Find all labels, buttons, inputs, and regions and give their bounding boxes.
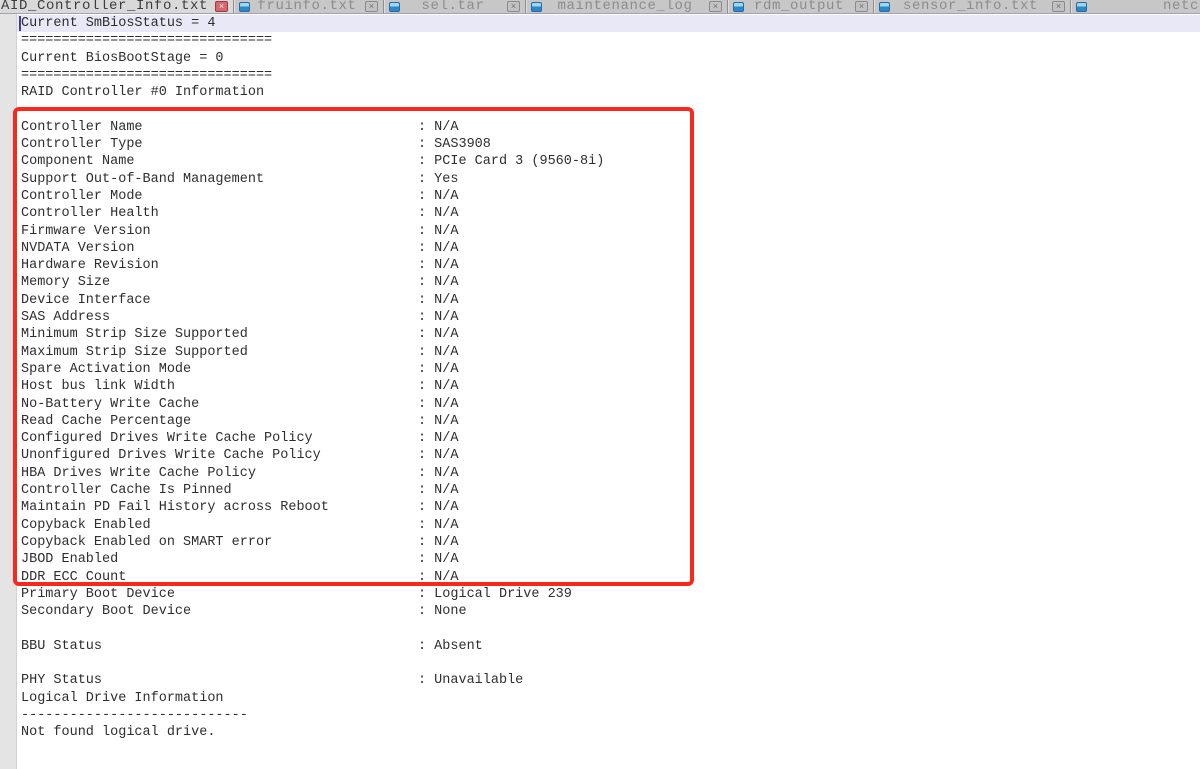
text-line: Read Cache Percentage : N/A	[17, 413, 1200, 430]
tab-label: sensor_info.txt	[903, 0, 1038, 13]
text-line: Spare Activation Mode : N/A	[17, 361, 1200, 378]
close-icon[interactable]: ×	[507, 1, 520, 12]
text-line: Configured Drives Write Cache Policy : N…	[17, 430, 1200, 447]
text-line: RAID Controller #0 Information	[17, 84, 1200, 101]
text-line: Logical Drive Information	[17, 690, 1200, 707]
text-line: JBOD Enabled : N/A	[17, 551, 1200, 568]
editor-text-area[interactable]: Current SmBiosStatus = 4================…	[17, 15, 1200, 741]
close-icon[interactable]: ×	[1052, 1, 1065, 12]
text-line: SAS Address : N/A	[17, 309, 1200, 326]
text-line: HBA Drives Write Cache Policy : N/A	[17, 465, 1200, 482]
text-line: Component Name : PCIe Card 3 (9560-8i)	[17, 153, 1200, 170]
text-line: DDR ECC Count : N/A	[17, 569, 1200, 586]
close-icon[interactable]: ×	[215, 1, 228, 12]
text-line: ===============================	[17, 67, 1200, 84]
text-line	[17, 655, 1200, 672]
text-line: Host bus link Width : N/A	[17, 378, 1200, 395]
text-line: ===============================	[17, 32, 1200, 49]
text-line: BBU Status : Absent	[17, 638, 1200, 655]
text-line: Controller Health : N/A	[17, 205, 1200, 222]
tab-bar: AID_Controller_Info.txt×fruinfo.txt×sel.…	[0, 0, 1200, 14]
tab-label: netcard_	[1163, 0, 1200, 13]
text-line: Controller Mode : N/A	[17, 188, 1200, 205]
close-icon[interactable]: ×	[709, 1, 722, 12]
text-line: Support Out-of-Band Management : Yes	[17, 171, 1200, 188]
saved-file-icon	[531, 2, 542, 12]
saved-file-icon	[1076, 2, 1087, 12]
text-line: Maintain PD Fail History across Reboot :…	[17, 499, 1200, 516]
saved-file-icon	[239, 2, 250, 12]
text-line: Primary Boot Device : Logical Drive 239	[17, 586, 1200, 603]
text-line: No-Battery Write Cache : N/A	[17, 396, 1200, 413]
text-line: Copyback Enabled : N/A	[17, 517, 1200, 534]
tab-label: AID_Controller_Info.txt	[1, 0, 208, 13]
text-line: Current BiosBootStage = 0	[17, 50, 1200, 67]
text-line: Copyback Enabled on SMART error : N/A	[17, 534, 1200, 551]
tab-label: maintenance_log	[557, 0, 692, 13]
close-icon[interactable]: ×	[855, 1, 868, 12]
tab-sensor-info-txt[interactable]: sensor_info.txt ×	[874, 0, 1071, 13]
text-line: Not found logical drive.	[17, 724, 1200, 741]
text-line: Controller Name : N/A	[17, 119, 1200, 136]
tab-sel-tar[interactable]: sel.tar ×	[384, 0, 526, 13]
text-line	[17, 620, 1200, 637]
text-line: Secondary Boot Device : None	[17, 603, 1200, 620]
close-icon[interactable]: ×	[365, 1, 378, 12]
text-line: Minimum Strip Size Supported : N/A	[17, 326, 1200, 343]
text-line: Unonfigured Drives Write Cache Policy : …	[17, 447, 1200, 464]
bookmark-margin	[0, 14, 17, 769]
text-line: Maximum Strip Size Supported : N/A	[17, 344, 1200, 361]
text-caret	[19, 16, 21, 31]
text-line: Firmware Version : N/A	[17, 223, 1200, 240]
tab-label: fruinfo.txt	[257, 0, 356, 13]
text-line: PHY Status : Unavailable	[17, 672, 1200, 689]
text-line	[17, 101, 1200, 118]
tab-label: rdm_output	[754, 0, 844, 13]
app-window: AID_Controller_Info.txt×fruinfo.txt×sel.…	[0, 0, 1200, 769]
tab-label: sel.tar	[421, 0, 484, 13]
saved-file-icon	[879, 2, 890, 12]
text-line: Controller Cache Is Pinned : N/A	[17, 482, 1200, 499]
tab-fruinfo-txt[interactable]: fruinfo.txt ×	[234, 0, 384, 13]
saved-file-icon	[389, 2, 400, 12]
text-line: Controller Type : SAS3908	[17, 136, 1200, 153]
tab-rdm-output[interactable]: rdm_output ×	[728, 0, 874, 13]
text-line: Device Interface : N/A	[17, 292, 1200, 309]
tab-netcard-[interactable]: netcard_	[1071, 0, 1200, 13]
saved-file-icon	[733, 2, 744, 12]
text-line: NVDATA Version : N/A	[17, 240, 1200, 257]
text-line: Memory Size : N/A	[17, 274, 1200, 291]
tab-aid-controller-info-txt[interactable]: AID_Controller_Info.txt ×	[0, 0, 234, 13]
text-line: ----------------------------	[17, 707, 1200, 724]
text-line: Hardware Revision : N/A	[17, 257, 1200, 274]
text-editor[interactable]: Current SmBiosStatus = 4================…	[0, 14, 1200, 769]
text-line: Current SmBiosStatus = 4	[17, 15, 1200, 32]
tab-maintenance-log[interactable]: maintenance_log ×	[526, 0, 728, 13]
